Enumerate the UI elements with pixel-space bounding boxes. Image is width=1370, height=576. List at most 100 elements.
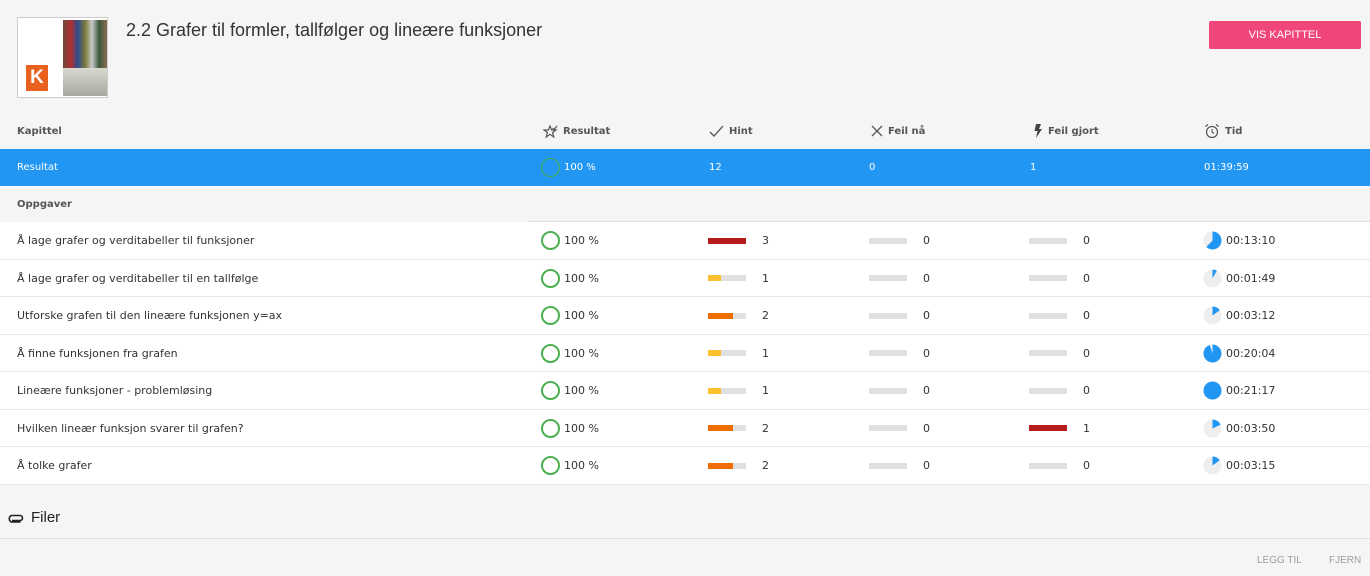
task-hint: 1 <box>708 335 769 372</box>
column-header-error-now[interactable]: Feil nå <box>871 121 925 141</box>
task-error-now-value: 0 <box>923 421 930 435</box>
summary-row[interactable]: Resultat 100 % 12 0 1 01:39:59 <box>0 149 1370 186</box>
task-error-now-value: 0 <box>923 346 930 360</box>
task-error-now: 0 <box>869 372 930 409</box>
alarm-clock-icon <box>1205 124 1219 139</box>
task-errors-made: 0 <box>1029 222 1090 259</box>
task-row[interactable]: Å tolke grafer 100 % 2 0 0 00:03:15 <box>0 447 1370 485</box>
task-name[interactable]: Lineære funksjoner - problemløsing <box>17 372 212 409</box>
task-row[interactable]: Hvilken lineær funksjon svarer til grafe… <box>0 409 1370 447</box>
task-result: 100 % <box>541 335 599 372</box>
logo-badge: K <box>26 65 48 91</box>
page-title: 2.2 Grafer til formler, tallfølger og li… <box>126 20 543 40</box>
task-time: 00:03:12 <box>1203 297 1275 334</box>
time-pie-icon <box>1203 344 1222 362</box>
task-name[interactable]: Å tolke grafer <box>17 447 92 484</box>
task-result: 100 % <box>541 372 599 409</box>
task-result-value: 100 % <box>564 346 599 360</box>
task-time-value: 00:03:50 <box>1226 421 1276 435</box>
time-pie-icon <box>1203 419 1222 437</box>
task-time-value: 00:20:04 <box>1226 346 1276 360</box>
task-hint: 1 <box>708 372 769 409</box>
task-hint-value: 2 <box>762 309 769 322</box>
column-header-hint[interactable]: Hint <box>709 121 753 141</box>
files-label: Filer <box>31 509 61 526</box>
column-label: Feil nå <box>888 125 926 137</box>
result-ring-icon <box>541 231 560 250</box>
summary-hint: 12 <box>709 162 722 173</box>
column-header-errors-made[interactable]: Feil gjort <box>1033 121 1099 141</box>
task-row[interactable]: Lineære funksjoner - problemløsing 100 %… <box>0 372 1370 410</box>
time-pie-icon <box>1203 456 1222 475</box>
task-name[interactable]: Utforske grafen til den lineære funksjon… <box>17 297 282 334</box>
task-errors-made-value: 0 <box>1083 384 1090 397</box>
task-hint-value: 1 <box>762 271 769 285</box>
hint-bar <box>708 275 746 281</box>
remove-file-button[interactable]: FJERN <box>1329 555 1361 566</box>
task-row[interactable]: Å lage grafer og verditabeller til en ta… <box>0 259 1370 297</box>
task-hint-value: 2 <box>762 459 769 472</box>
task-time-value: 00:21:17 <box>1226 384 1276 397</box>
task-errors-made: 1 <box>1029 410 1090 447</box>
task-error-now-value: 0 <box>923 271 930 285</box>
task-errors-made-value: 0 <box>1083 271 1090 285</box>
hint-bar-fill <box>708 312 734 319</box>
task-errors-made-value: 0 <box>1083 234 1090 247</box>
task-hint: 1 <box>708 260 769 297</box>
chapter-thumbnail: K <box>17 17 108 98</box>
result-ring-icon <box>541 268 560 288</box>
task-name[interactable]: Å lage grafer og verditabeller til funks… <box>17 222 254 259</box>
task-error-now-value: 0 <box>923 384 930 397</box>
task-result-value: 100 % <box>564 234 599 247</box>
column-header-result[interactable]: Resultat <box>543 121 610 141</box>
task-row[interactable]: Å finne funksjonen fra grafen 100 % 1 0 … <box>0 334 1370 372</box>
task-result-value: 100 % <box>564 271 599 285</box>
hint-bar-fill <box>708 275 721 281</box>
chapter-photo <box>63 20 107 96</box>
task-result: 100 % <box>541 260 599 297</box>
task-result: 100 % <box>541 297 599 334</box>
task-name[interactable]: Å finne funksjonen fra grafen <box>17 335 178 372</box>
column-label: Resultat <box>563 125 611 137</box>
task-time-value: 00:03:12 <box>1226 309 1276 322</box>
task-row[interactable]: Å lage grafer og verditabeller til funks… <box>0 222 1370 260</box>
errors-made-bar <box>1029 237 1067 244</box>
column-label: Kapittel <box>17 125 62 137</box>
error-now-bar <box>869 312 907 319</box>
error-now-bar <box>869 350 907 356</box>
show-chapter-button[interactable]: VIS KAPITTEL <box>1209 21 1361 49</box>
task-errors-made-value: 0 <box>1083 309 1090 322</box>
task-error-now: 0 <box>869 222 930 259</box>
error-now-bar <box>869 237 907 244</box>
task-error-now: 0 <box>869 410 930 447</box>
errors-made-bar <box>1029 350 1067 356</box>
hint-bar-fill <box>708 425 734 431</box>
task-hint-value: 1 <box>762 346 769 360</box>
errors-made-bar <box>1029 275 1067 281</box>
time-pie-icon <box>1203 269 1222 287</box>
column-header-time[interactable]: Tid <box>1204 121 1242 141</box>
task-name[interactable]: Å lage grafer og verditabeller til en ta… <box>17 260 258 297</box>
task-errors-made: 0 <box>1029 260 1090 297</box>
hint-bar <box>708 462 746 469</box>
summary-errors-made: 1 <box>1030 162 1037 173</box>
task-error-now: 0 <box>869 260 930 297</box>
errors-made-bar <box>1029 425 1067 431</box>
hint-bar-fill <box>708 237 746 244</box>
task-time: 00:20:04 <box>1203 335 1275 372</box>
task-name[interactable]: Hvilken lineær funksjon svarer til grafe… <box>17 410 244 447</box>
column-label: Hint <box>729 125 753 137</box>
task-error-now-value: 0 <box>923 459 930 472</box>
task-error-now: 0 <box>869 297 930 334</box>
task-hint-value: 3 <box>762 234 769 247</box>
add-file-button[interactable]: LEGG TIL <box>1257 555 1302 566</box>
lightning-icon <box>1034 124 1042 138</box>
hint-bar <box>708 387 746 394</box>
result-ring-icon <box>541 158 560 177</box>
result-ring-icon <box>541 456 560 475</box>
result-ring-icon <box>541 381 560 400</box>
time-pie-icon <box>1203 231 1222 250</box>
task-errors-made: 0 <box>1029 372 1090 409</box>
task-row[interactable]: Utforske grafen til den lineære funksjon… <box>0 297 1370 335</box>
task-error-now-value: 0 <box>923 309 930 322</box>
